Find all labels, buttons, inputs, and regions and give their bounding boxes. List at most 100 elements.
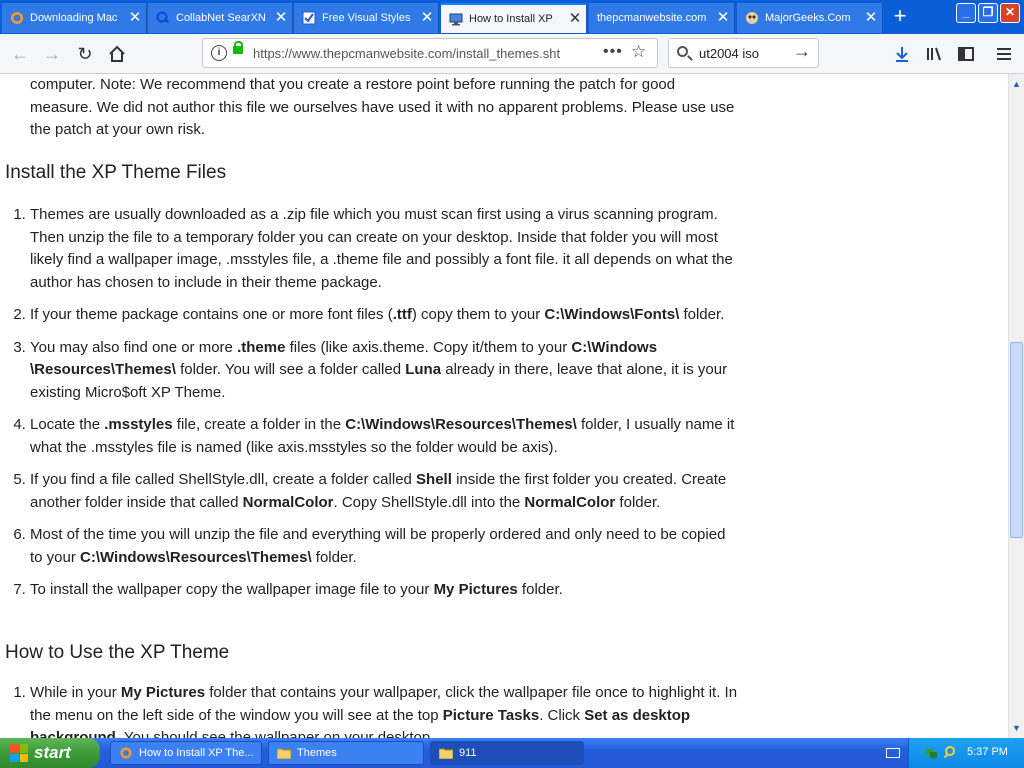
search-bar[interactable]: ut2004 iso → <box>668 38 819 68</box>
bold-text: NormalColor <box>524 493 616 511</box>
tab-title: Downloading Mac <box>30 12 118 24</box>
list-item: If your theme package contains one or mo… <box>30 304 742 327</box>
text: You may also find one or more <box>30 338 238 356</box>
list-item: Most of the time you will unzip the file… <box>30 524 742 569</box>
firefox-icon <box>120 747 132 759</box>
home-button[interactable] <box>105 42 129 66</box>
bookmark-star-icon[interactable]: ☆ <box>631 42 646 62</box>
vertical-scrollbar[interactable]: ▲ ▼ <box>1008 74 1024 738</box>
bold-text: C:\Windows\Resources\Themes\ <box>80 548 312 566</box>
folder-icon <box>277 748 291 759</box>
taskbar-button-themes[interactable]: Themes <box>268 741 424 765</box>
scroll-down-arrow-icon[interactable]: ▼ <box>1011 722 1022 734</box>
reload-button[interactable]: ↻ <box>73 42 97 66</box>
install-steps-list: Themes are usually downloaded as a .zip … <box>0 204 742 612</box>
downloads-button[interactable] <box>890 42 914 66</box>
firefox-icon <box>11 12 23 24</box>
close-tab-icon[interactable]: ✕ <box>270 10 292 25</box>
navigation-toolbar: ← → ↻ i https://www.thepcmanwebsite.com/… <box>0 34 1024 74</box>
tab-majorgeeks[interactable]: MajorGeeks.Com ✕ <box>737 3 883 33</box>
download-icon <box>896 47 908 62</box>
clock[interactable]: 5:37 PM <box>967 746 1008 758</box>
bold-text: .theme <box>237 338 286 356</box>
tab-collabnet[interactable]: CollabNet SearXN ✕ <box>148 3 293 33</box>
library-button[interactable] <box>922 42 946 66</box>
url-text[interactable]: https://www.thepcmanwebsite.com/install_… <box>253 46 593 61</box>
text: . You should see the wallpaper on your d… <box>115 729 435 738</box>
bold-text: C:\Windows\Fonts\ <box>544 306 680 323</box>
bold-text: Luna <box>405 361 442 378</box>
bold-text: Shell <box>416 471 452 488</box>
search-icon[interactable] <box>943 746 956 759</box>
text: file, create a folder in the <box>172 416 346 433</box>
close-window-button[interactable]: ✕ <box>1000 3 1020 23</box>
search-input[interactable]: ut2004 iso <box>699 46 759 61</box>
tab-title: CollabNet SearXN <box>176 12 266 24</box>
tab-title: Free Visual Styles <box>322 12 411 24</box>
tab-how-to-install-xp[interactable]: How to Install XP ✕ <box>441 3 587 33</box>
list-item: Locate the .msstyles file, create a fold… <box>30 414 742 459</box>
site-info-icon[interactable]: i <box>211 45 227 61</box>
list-item: If you find a file called ShellStyle.dll… <box>30 469 742 514</box>
taskbar-button-911[interactable]: 911 <box>430 741 584 765</box>
network-icon[interactable] <box>925 746 938 759</box>
intro-paragraph: computer. Note: We recommend that you cr… <box>30 76 735 138</box>
searx-icon <box>156 11 170 24</box>
forward-button[interactable]: → <box>40 42 64 66</box>
list-item: To install the wallpaper copy the wallpa… <box>30 579 742 602</box>
use-steps-list: While in your My Pictures folder that co… <box>0 682 742 738</box>
taskbar: start How to Install XP The... Themes 91… <box>0 738 1024 768</box>
search-go-arrow-icon[interactable]: → <box>793 41 811 62</box>
sidebar-toggle-button[interactable] <box>954 42 978 66</box>
tab-free-visual-styles[interactable]: Free Visual Styles ✕ <box>294 3 439 33</box>
text: If your theme package contains one or mo… <box>30 306 393 323</box>
bold-text: C:\Windows\Resources\Themes\ <box>345 416 577 433</box>
list-item: You may also find one or more .theme fil… <box>30 337 742 405</box>
taskbar-button-label: How to Install XP The... <box>139 747 254 759</box>
taskbar-button-firefox[interactable]: How to Install XP The... <box>110 741 262 765</box>
menu-button[interactable] <box>992 42 1016 66</box>
text: To install the wallpaper copy the wallpa… <box>30 581 434 598</box>
visual-styles-icon <box>302 11 316 25</box>
text: folder. <box>679 306 725 323</box>
maximize-button[interactable]: ❐ <box>978 3 998 23</box>
tab-strip: Downloading Mac ✕ CollabNet SearXN ✕ Fre… <box>0 0 1024 34</box>
majorgeeks-icon <box>746 12 758 24</box>
tab-title: MajorGeeks.Com <box>765 12 851 24</box>
scrollbar-thumb[interactable] <box>1010 342 1023 538</box>
monitor-icon <box>449 13 463 26</box>
minimize-button[interactable]: _ <box>956 3 976 23</box>
tab-title: thepcmanwebsite.com <box>597 12 707 24</box>
close-tab-icon[interactable]: ✕ <box>712 10 734 25</box>
hamburger-menu-icon <box>997 48 1011 60</box>
text: folder. You will see a folder called <box>175 361 406 378</box>
heading-install-theme-files: Install the XP Theme Files <box>5 162 227 183</box>
search-icon <box>677 46 688 57</box>
tab-downloading-mac[interactable]: Downloading Mac ✕ <box>2 3 147 33</box>
text: . Click <box>539 706 585 724</box>
start-button[interactable]: start <box>0 738 100 768</box>
scroll-up-arrow-icon[interactable]: ▲ <box>1011 78 1022 90</box>
close-tab-icon[interactable]: ✕ <box>860 10 882 25</box>
text: Locate the <box>30 416 105 433</box>
back-button[interactable]: ← <box>8 42 32 66</box>
text: files (like axis.theme. Copy it/them to … <box>285 338 572 356</box>
close-tab-icon[interactable]: ✕ <box>416 10 438 25</box>
keyboard-icon[interactable] <box>886 748 900 758</box>
bold-text: NormalColor <box>242 493 334 511</box>
new-tab-button[interactable]: + <box>886 5 914 29</box>
system-tray: 5:37 PM <box>908 738 1024 768</box>
tab-thepcmanwebsite[interactable]: thepcmanwebsite.com ✕ <box>589 3 735 33</box>
start-label: start <box>34 743 71 762</box>
list-item: While in your My Pictures folder that co… <box>30 682 742 738</box>
list-item: Themes are usually downloaded as a .zip … <box>30 204 742 294</box>
address-bar[interactable]: i https://www.thepcmanwebsite.com/instal… <box>202 38 658 68</box>
close-tab-icon[interactable]: ✕ <box>564 11 586 26</box>
close-tab-icon[interactable]: ✕ <box>124 10 146 25</box>
tab-title: How to Install XP <box>469 13 553 25</box>
bold-text: .msstyles <box>104 416 173 433</box>
page-content: computer. Note: We recommend that you cr… <box>0 74 1008 738</box>
text: Themes are usually downloaded as a .zip … <box>30 206 733 291</box>
heading-how-to-use: How to Use the XP Theme <box>5 642 230 663</box>
page-actions-icon[interactable]: ••• <box>603 43 623 61</box>
